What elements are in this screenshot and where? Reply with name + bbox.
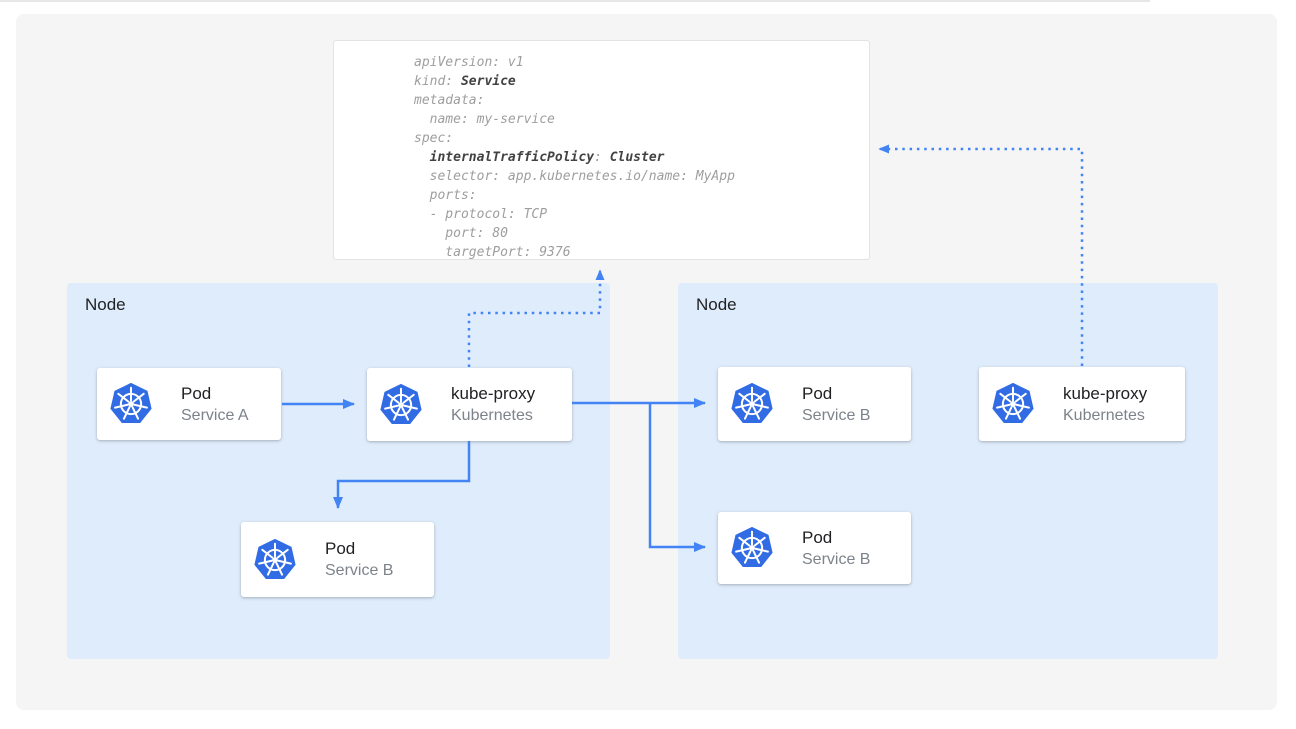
card-title: kube-proxy — [1063, 383, 1147, 405]
card-pod-service-b-right-bottom: Pod Service B — [718, 512, 911, 584]
card-kube-proxy-left: kube-proxy Kubernetes — [367, 368, 572, 441]
card-subtitle: Service B — [325, 560, 393, 581]
card-title: Pod — [802, 527, 870, 549]
kubernetes-icon — [991, 382, 1035, 426]
card-title: Pod — [325, 538, 393, 560]
card-pod-service-b-left: Pod Service B — [241, 522, 434, 597]
node-left-label: Node — [85, 295, 126, 315]
card-subtitle: Service B — [802, 549, 870, 570]
diagram-canvas: apiVersion: v1kind: Servicemetadata: nam… — [0, 0, 1296, 729]
card-subtitle: Kubernetes — [451, 405, 535, 426]
card-subtitle: Service A — [181, 405, 249, 426]
card-title: Pod — [181, 383, 249, 405]
kubernetes-icon — [109, 382, 153, 426]
yaml-code: apiVersion: v1kind: Servicemetadata: nam… — [414, 53, 869, 262]
kubernetes-icon — [253, 538, 297, 582]
node-left: Node — [67, 283, 610, 659]
top-divider — [0, 0, 1150, 2]
node-right: Node — [678, 283, 1218, 659]
card-pod-service-b-right-top: Pod Service B — [718, 367, 911, 441]
card-subtitle: Service B — [802, 405, 870, 426]
card-title: kube-proxy — [451, 383, 535, 405]
kubernetes-icon — [379, 383, 423, 427]
card-pod-service-a: Pod Service A — [97, 368, 281, 440]
node-right-label: Node — [696, 295, 737, 315]
card-title: Pod — [802, 383, 870, 405]
card-kube-proxy-right: kube-proxy Kubernetes — [979, 367, 1185, 441]
kubernetes-icon — [730, 526, 774, 570]
service-yaml-panel: apiVersion: v1kind: Servicemetadata: nam… — [333, 40, 870, 260]
kubernetes-icon — [730, 382, 774, 426]
card-subtitle: Kubernetes — [1063, 405, 1147, 426]
